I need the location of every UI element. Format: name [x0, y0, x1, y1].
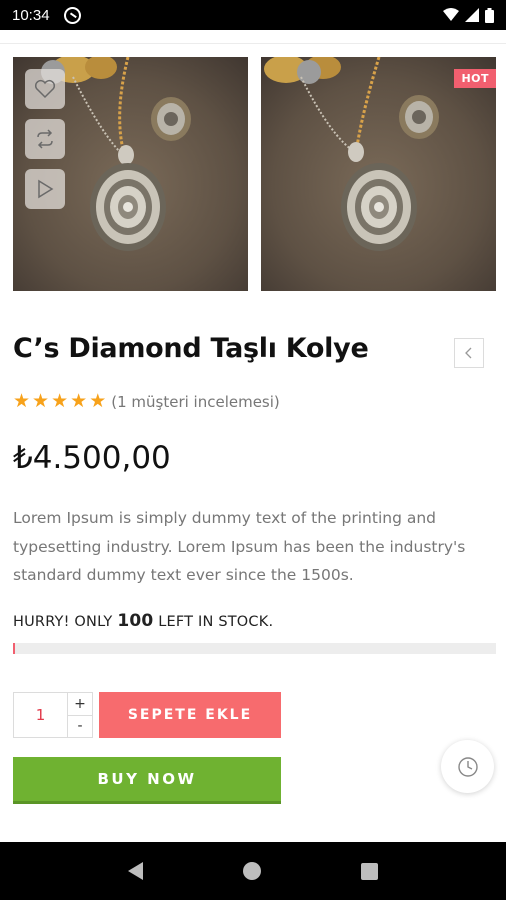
play-icon [38, 179, 54, 199]
quantity-input[interactable]: 1 [14, 693, 68, 737]
wifi-icon [443, 8, 459, 21]
stock-progress-fill [13, 643, 15, 654]
star-icon: ★ [13, 390, 31, 412]
product-image-main[interactable] [13, 57, 248, 291]
clock-icon [457, 756, 478, 777]
status-icons [443, 7, 494, 23]
app-notification-icon [63, 6, 81, 24]
rating-row: ★ ★ ★ ★ ★ (1 müşteri incelemesi) [13, 392, 280, 411]
quantity-increase-button[interactable]: + [68, 693, 92, 716]
stock-count: 100 [117, 611, 154, 631]
status-bar: 10:34 [0, 0, 506, 30]
wishlist-button[interactable] [25, 69, 65, 109]
star-icon: ★ [89, 390, 107, 412]
chevron-left-icon [465, 347, 472, 359]
quantity-stepper: 1 + - [13, 692, 93, 738]
add-to-cart-button[interactable]: SEPETE EKLE [99, 692, 281, 738]
recently-viewed-button[interactable] [441, 740, 494, 793]
header-divider [0, 30, 506, 44]
product-title: C’s Diamond Taşlı Kolye [13, 333, 369, 364]
battery-icon [485, 7, 494, 23]
compare-button[interactable] [25, 119, 65, 159]
product-description: Lorem Ipsum is simply dummy text of the … [13, 509, 466, 584]
buy-now-button[interactable]: BUY NOW [13, 757, 281, 804]
product-image-secondary[interactable]: HOT [261, 57, 496, 291]
star-icon: ★ [70, 390, 88, 412]
stock-notice: HURRY! ONLY 100 LEFT IN STOCK. [13, 611, 273, 631]
necklace-image [261, 57, 496, 291]
star-icon: ★ [51, 390, 69, 412]
quantity-decrease-button[interactable]: - [68, 716, 92, 738]
previous-product-button[interactable] [454, 338, 484, 368]
status-time: 10:34 [12, 6, 50, 24]
product-price: ₺4.500,00 [13, 440, 171, 476]
product-gallery[interactable]: HOT [13, 57, 496, 291]
hot-badge: HOT [454, 69, 496, 88]
star-icon: ★ [32, 390, 50, 412]
heart-icon [34, 79, 56, 99]
review-count-link[interactable]: (1 müşteri incelemesi) [111, 393, 280, 411]
recent-apps-icon[interactable] [361, 862, 378, 880]
cellular-icon [465, 8, 479, 22]
stock-suffix: LEFT IN STOCK. [158, 614, 274, 630]
stock-progress-bar [13, 643, 496, 654]
system-nav-bar [0, 842, 506, 900]
compare-icon [37, 129, 53, 149]
star-rating: ★ ★ ★ ★ ★ [13, 392, 106, 411]
video-button[interactable] [25, 169, 65, 209]
home-icon[interactable] [243, 862, 261, 880]
back-icon[interactable] [128, 862, 143, 880]
stock-prefix: HURRY! ONLY [13, 614, 113, 630]
